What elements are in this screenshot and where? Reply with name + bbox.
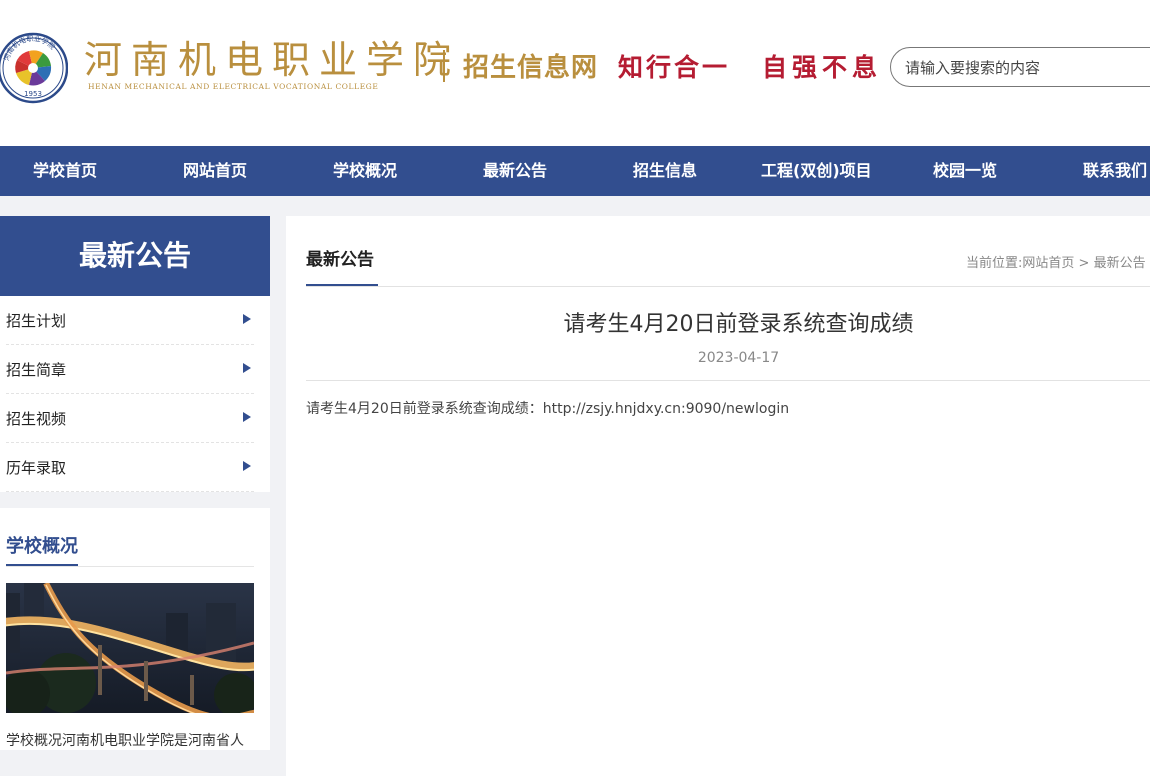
nav-item-campus-view[interactable]: 校园一览 xyxy=(933,146,997,196)
sidebar-item-label: 招生简章 xyxy=(6,361,67,379)
school-name-english: HENAN MECHANICAL AND ELECTRICAL VOCATION… xyxy=(88,82,379,91)
overview-divider xyxy=(6,566,254,567)
section-title: 最新公告 xyxy=(306,250,374,270)
school-overview-panel: 学校概况 学校概况河南机电职业学院是河南省人 xyxy=(0,508,270,750)
nav-item-engineering-projects[interactable]: 工程(双创)项目 xyxy=(761,146,872,196)
nav-item-school-overview[interactable]: 学校概况 xyxy=(333,146,397,196)
article-title: 请考生4月20日前登录系统查询成绩 xyxy=(563,312,914,337)
motto-2: 自强不息 xyxy=(762,53,883,82)
main-content: 最新公告 当前位置:网站首页 > 最新公告 请考生4月20日前登录系统查询成绩 … xyxy=(286,216,1150,776)
breadcrumb-home-link[interactable]: 网站首页 xyxy=(1022,256,1074,271)
sidebar-item-label: 历年录取 xyxy=(6,459,67,477)
article-body[interactable]: 请考生4月20日前登录系统查询成绩：http://zsjy.hnjdxy.cn:… xyxy=(306,398,789,418)
nav-item-school-home[interactable]: 学校首页 xyxy=(33,146,97,196)
header-divider xyxy=(443,50,445,82)
motto-1: 知行合一 xyxy=(618,53,731,82)
site-name: 招生信息网 xyxy=(463,53,599,83)
section-divider xyxy=(306,286,1150,287)
article-date: 2023-04-17 xyxy=(697,350,780,366)
breadcrumb-current[interactable]: 最新公告 xyxy=(1094,256,1146,271)
overview-title-underline xyxy=(6,564,78,566)
overview-title[interactable]: 学校概况 xyxy=(6,532,78,558)
svg-text:1953: 1953 xyxy=(24,90,42,98)
nav-item-contact-us[interactable]: 联系我们 xyxy=(1083,146,1147,196)
arrow-right-icon xyxy=(243,412,251,422)
school-name: 河南机电职业学院 xyxy=(84,38,461,82)
breadcrumb-label: 当前位置: xyxy=(966,256,1023,271)
sidebar-item-past-admissions[interactable]: 历年录取 xyxy=(6,443,254,492)
sidebar-heading: 最新公告 xyxy=(0,216,270,296)
breadcrumb: 当前位置:网站首页 > 最新公告 xyxy=(966,252,1146,271)
nav-item-admission-info[interactable]: 招生信息 xyxy=(633,146,697,196)
arrow-right-icon xyxy=(243,363,251,373)
main-nav: 学校首页 网站首页 学校概况 最新公告 招生信息 工程(双创)项目 校园一览 联… xyxy=(0,146,1150,196)
breadcrumb-separator: > xyxy=(1078,256,1090,271)
site-header: 河南机电职业学院 1953 河南机电职业学院 HENAN MECHANICAL … xyxy=(0,0,1150,146)
sidebar-menu: 最新公告 招生计划 招生简章 招生视频 历年录取 xyxy=(0,216,270,492)
article-divider xyxy=(306,380,1150,381)
logo-emblem-icon[interactable]: 河南机电职业学院 1953 xyxy=(0,30,68,106)
sidebar-item-label: 招生视频 xyxy=(6,410,67,428)
arrow-right-icon xyxy=(243,461,251,471)
nav-item-latest-notices[interactable]: 最新公告 xyxy=(483,146,547,196)
sidebar-item-enrollment-plan[interactable]: 招生计划 xyxy=(6,296,254,345)
section-title-underline xyxy=(306,284,378,286)
search-input[interactable] xyxy=(903,56,1147,80)
search-box[interactable] xyxy=(890,47,1150,87)
arrow-right-icon xyxy=(243,314,251,324)
nav-item-site-home[interactable]: 网站首页 xyxy=(183,146,247,196)
overview-image[interactable] xyxy=(6,583,254,713)
sidebar-item-admission-brochure[interactable]: 招生简章 xyxy=(6,345,254,394)
sidebar-item-admission-videos[interactable]: 招生视频 xyxy=(6,394,254,443)
overview-text: 学校概况河南机电职业学院是河南省人 xyxy=(6,733,244,749)
sidebar-item-label: 招生计划 xyxy=(6,312,67,330)
